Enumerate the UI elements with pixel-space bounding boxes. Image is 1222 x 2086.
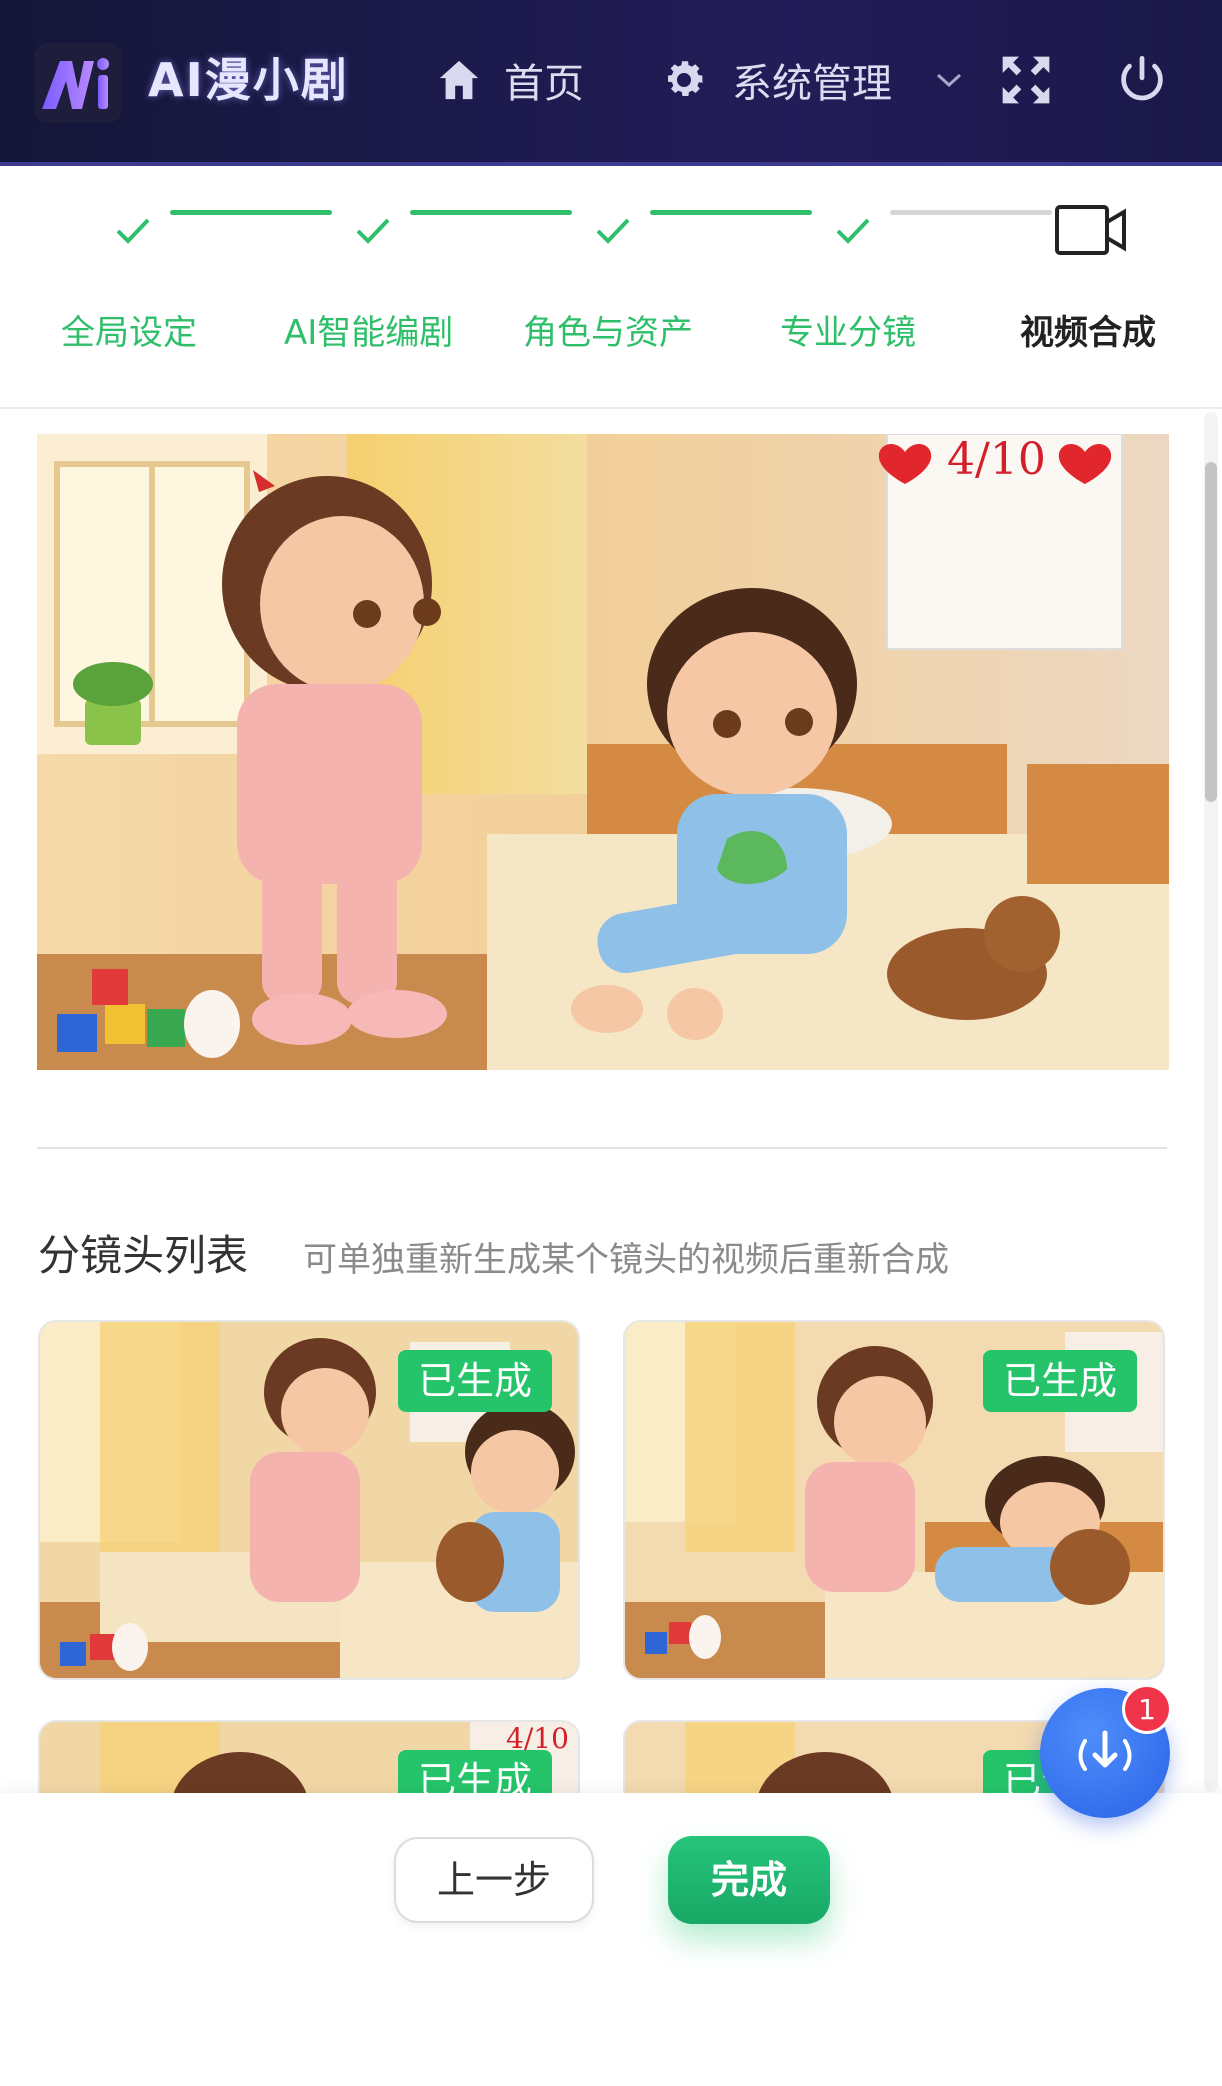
- power-icon[interactable]: [1116, 54, 1168, 106]
- shots-list-title: 分镜头列表: [38, 1231, 249, 1280]
- app-title: AI漫小剧: [148, 53, 349, 107]
- previous-step-button[interactable]: 上一步: [394, 1837, 594, 1923]
- shots-list-subtitle: 可单独重新生成某个镜头的视频后重新合成: [303, 1240, 949, 1280]
- status-badge: 已生成: [982, 1350, 1137, 1412]
- nav-system-management[interactable]: 系统管理: [660, 48, 964, 112]
- step-connector: [410, 210, 572, 215]
- bottom-action-bar: [0, 1793, 1222, 2086]
- video-preview[interactable]: 4/10: [37, 434, 1169, 1070]
- check-icon: [596, 218, 630, 244]
- finish-button[interactable]: 完成: [668, 1836, 830, 1924]
- divider: [0, 407, 1222, 409]
- download-icon: [1078, 1730, 1132, 1771]
- chevron-down-icon: [936, 73, 962, 88]
- step-connector: [170, 210, 332, 215]
- nav-home[interactable]: 首页: [436, 48, 584, 112]
- fullscreen-icon[interactable]: [998, 52, 1054, 108]
- home-icon: [439, 60, 479, 100]
- step-connector: [650, 210, 812, 215]
- step-label-storyboard[interactable]: 专业分镜: [780, 305, 916, 354]
- app-logo[interactable]: [34, 43, 122, 123]
- gear-icon: [668, 61, 703, 96]
- step-connector-pending: [890, 210, 1052, 215]
- step-label-characters-assets[interactable]: 角色与资产: [523, 305, 693, 354]
- shot-card[interactable]: 已生成: [38, 1320, 580, 1680]
- check-icon: [836, 218, 870, 244]
- notification-count-badge: 1: [1122, 1684, 1172, 1734]
- status-badge: 已生成: [397, 1350, 552, 1412]
- step-label-video-synthesis[interactable]: 视频合成: [1020, 305, 1156, 354]
- nav-home-label: 首页: [504, 61, 584, 107]
- divider: [37, 1147, 1167, 1149]
- step-label-global-settings[interactable]: 全局设定: [61, 305, 197, 354]
- step-label-ai-script[interactable]: AI智能编剧: [284, 305, 453, 354]
- video-camera-icon: [1055, 205, 1126, 255]
- scrollbar-thumb[interactable]: [1205, 462, 1217, 802]
- app-header: AI漫小剧 首页 系统管理: [0, 0, 1222, 166]
- check-icon: [116, 218, 150, 244]
- calendar-date-text: 4/10: [947, 434, 1046, 485]
- nav-system-label: 系统管理: [732, 61, 892, 107]
- check-icon: [356, 218, 390, 244]
- shot-card[interactable]: 已生成: [623, 1320, 1165, 1680]
